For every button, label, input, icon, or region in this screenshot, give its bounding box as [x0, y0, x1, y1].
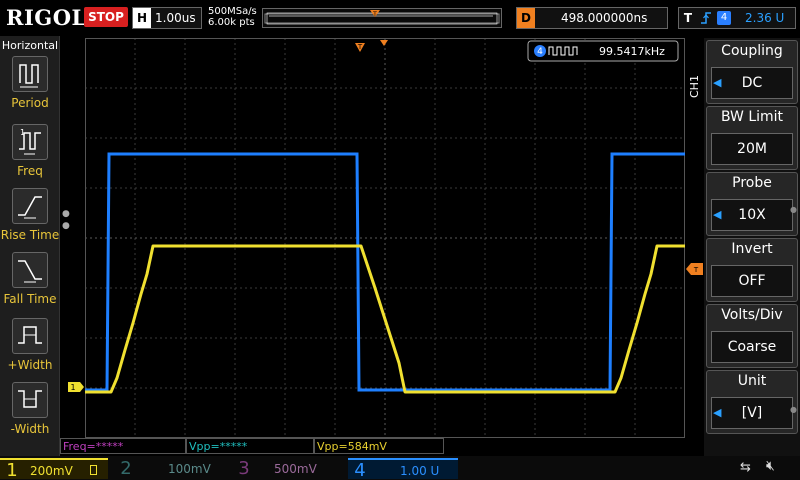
measure-period-button[interactable]: Period — [0, 56, 60, 120]
volts-div-title: Volts/Div — [721, 307, 783, 323]
probe-title: Probe — [732, 175, 772, 191]
measurement-vpp-2[interactable]: Vpp=584mV — [314, 438, 444, 454]
measure-positive-width-button[interactable]: +Width — [0, 318, 60, 382]
unit-value[interactable]: [V] — [711, 397, 793, 429]
horizontal-label: H — [133, 8, 151, 28]
fall-time-label: Fall Time — [3, 292, 57, 306]
measure-side-menu: Horizontal Period 1 Freq Rise Time Fall … — [0, 36, 60, 456]
scroll-dot-icon: ● — [790, 205, 797, 214]
positive-width-icon — [12, 318, 48, 354]
volts-div-menu[interactable]: Volts/Div Coarse — [706, 304, 798, 368]
channel-2-status[interactable]: 2 100mV — [114, 458, 220, 479]
trigger-level-marker[interactable]: T — [686, 262, 704, 276]
memory-position-strip[interactable]: T — [262, 8, 502, 28]
channel-1-ground-marker[interactable]: 1 — [68, 382, 84, 392]
period-label: Period — [11, 96, 49, 110]
waveform-display[interactable]: T 4 99.5417kHz — [85, 38, 685, 438]
invert-title: Invert — [731, 241, 773, 257]
memory-depth: 6.00k pts — [208, 17, 255, 28]
probe-left-arrow-icon: ◀ — [713, 208, 722, 221]
horizontal-timebase[interactable]: H 1.00us — [132, 7, 202, 29]
freq-label: Freq — [17, 164, 43, 178]
channel-status-bar: 1 200mV 2 100mV 3 500mV 4 1.00 U ⇆ 🔇︎ — [0, 456, 800, 480]
svg-text:1: 1 — [70, 383, 75, 392]
usb-icon: ⇆ — [740, 460, 751, 475]
svg-text:T: T — [357, 43, 363, 51]
fall-time-icon — [12, 252, 48, 288]
channel-2-scale: 100mV — [168, 462, 211, 476]
trigger-delay[interactable]: D 498.000000ns — [516, 7, 668, 29]
channel-2-number: 2 — [120, 458, 132, 479]
unit-menu[interactable]: Unit [V] ◀ — [706, 370, 798, 434]
coupling-value[interactable]: DC — [711, 67, 793, 99]
timebase-value: 1.00us — [155, 11, 196, 25]
invert-menu[interactable]: Invert OFF — [706, 238, 798, 302]
trigger-source-badge: 4 — [717, 11, 731, 25]
waveform-overview-icon: T — [264, 10, 500, 25]
channel-1-scale: 200mV — [30, 464, 73, 478]
delay-label: D — [517, 8, 535, 28]
negative-width-icon — [12, 382, 48, 418]
probe-value[interactable]: 10X — [711, 199, 793, 231]
volts-div-value[interactable]: Coarse — [711, 331, 793, 363]
speaker-muted-icon[interactable]: 🔇︎ — [766, 458, 775, 474]
measurement-freq[interactable]: Freq=***** — [60, 438, 186, 454]
channel-4-number: 4 — [354, 460, 366, 480]
channel-4-status[interactable]: 4 1.00 U — [348, 458, 458, 480]
svg-text:●: ● — [62, 209, 70, 219]
measure-rise-time-button[interactable]: Rise Time — [0, 188, 60, 252]
coupling-left-arrow-icon: ◀ — [713, 76, 722, 89]
freq-icon: 1 — [12, 124, 48, 160]
delay-value: 498.000000ns — [561, 11, 648, 25]
svg-text:T: T — [372, 11, 377, 18]
channel-1-status[interactable]: 1 200mV — [0, 458, 108, 480]
freq-counter-value: 99.5417kHz — [599, 45, 665, 58]
rise-time-label: Rise Time — [0, 228, 60, 242]
channel-4-scale: 1.00 U — [400, 464, 440, 478]
unit-title: Unit — [737, 373, 767, 389]
run-stop-status[interactable]: STOP — [84, 7, 128, 27]
channel-1-coupling-icon — [90, 465, 97, 475]
sample-rate: 500MSa/s — [208, 6, 257, 17]
channel-3-scale: 500mV — [274, 462, 317, 476]
trigger-label: T — [683, 11, 693, 25]
svg-text:T: T — [693, 266, 699, 274]
freq-counter-channel: 4 — [537, 47, 543, 57]
svg-text:●: ● — [62, 221, 70, 231]
unit-left-arrow-icon: ◀ — [713, 406, 722, 419]
measurement-vpp-1[interactable]: Vpp=***** — [186, 438, 314, 454]
brand-logo: RIGOL — [6, 5, 87, 30]
positive-width-label: +Width — [7, 358, 53, 372]
rise-time-icon — [12, 188, 48, 224]
measure-freq-button[interactable]: 1 Freq — [0, 124, 60, 188]
rising-edge-icon — [699, 10, 713, 30]
coupling-menu[interactable]: Coupling DC ◀ — [706, 40, 798, 104]
channel-menu-tag-label: CH1 — [688, 75, 701, 98]
bw-limit-title: BW Limit — [720, 109, 784, 125]
top-status-bar: RIGOL STOP H 1.00us 500MSa/s 6.00k pts T… — [0, 0, 800, 36]
svg-text:1: 1 — [20, 128, 25, 137]
coupling-title: Coupling — [721, 43, 783, 59]
probe-menu[interactable]: Probe 10X ◀ — [706, 172, 798, 236]
negative-width-label: -Width — [10, 422, 50, 436]
trigger-level: 2.36 U — [745, 11, 785, 25]
acquisition-info: 500MSa/s 6.00k pts — [208, 6, 257, 28]
bw-limit-menu[interactable]: BW Limit 20M — [706, 106, 798, 170]
channel-menu-tag: CH1 — [686, 70, 702, 100]
measure-menu-title: Horizontal — [1, 39, 59, 52]
channel-1-number: 1 — [6, 460, 18, 480]
channel-3-number: 3 — [238, 458, 250, 479]
left-markers: 1 ● ● — [62, 209, 84, 392]
period-icon — [12, 56, 48, 92]
measure-fall-time-button[interactable]: Fall Time — [0, 252, 60, 316]
freq-counter-readout: 4 99.5417kHz — [527, 40, 679, 62]
measure-negative-width-button[interactable]: -Width — [0, 382, 60, 446]
measurement-results-bar: Freq=***** Vpp=***** Vpp=584mV — [60, 438, 444, 454]
channel-3-status[interactable]: 3 500mV — [232, 458, 338, 479]
trigger-settings[interactable]: T 4 2.36 U — [678, 7, 796, 29]
bw-limit-value[interactable]: 20M — [711, 133, 793, 165]
invert-value[interactable]: OFF — [711, 265, 793, 297]
scroll-dot-icon: ● — [790, 405, 797, 414]
